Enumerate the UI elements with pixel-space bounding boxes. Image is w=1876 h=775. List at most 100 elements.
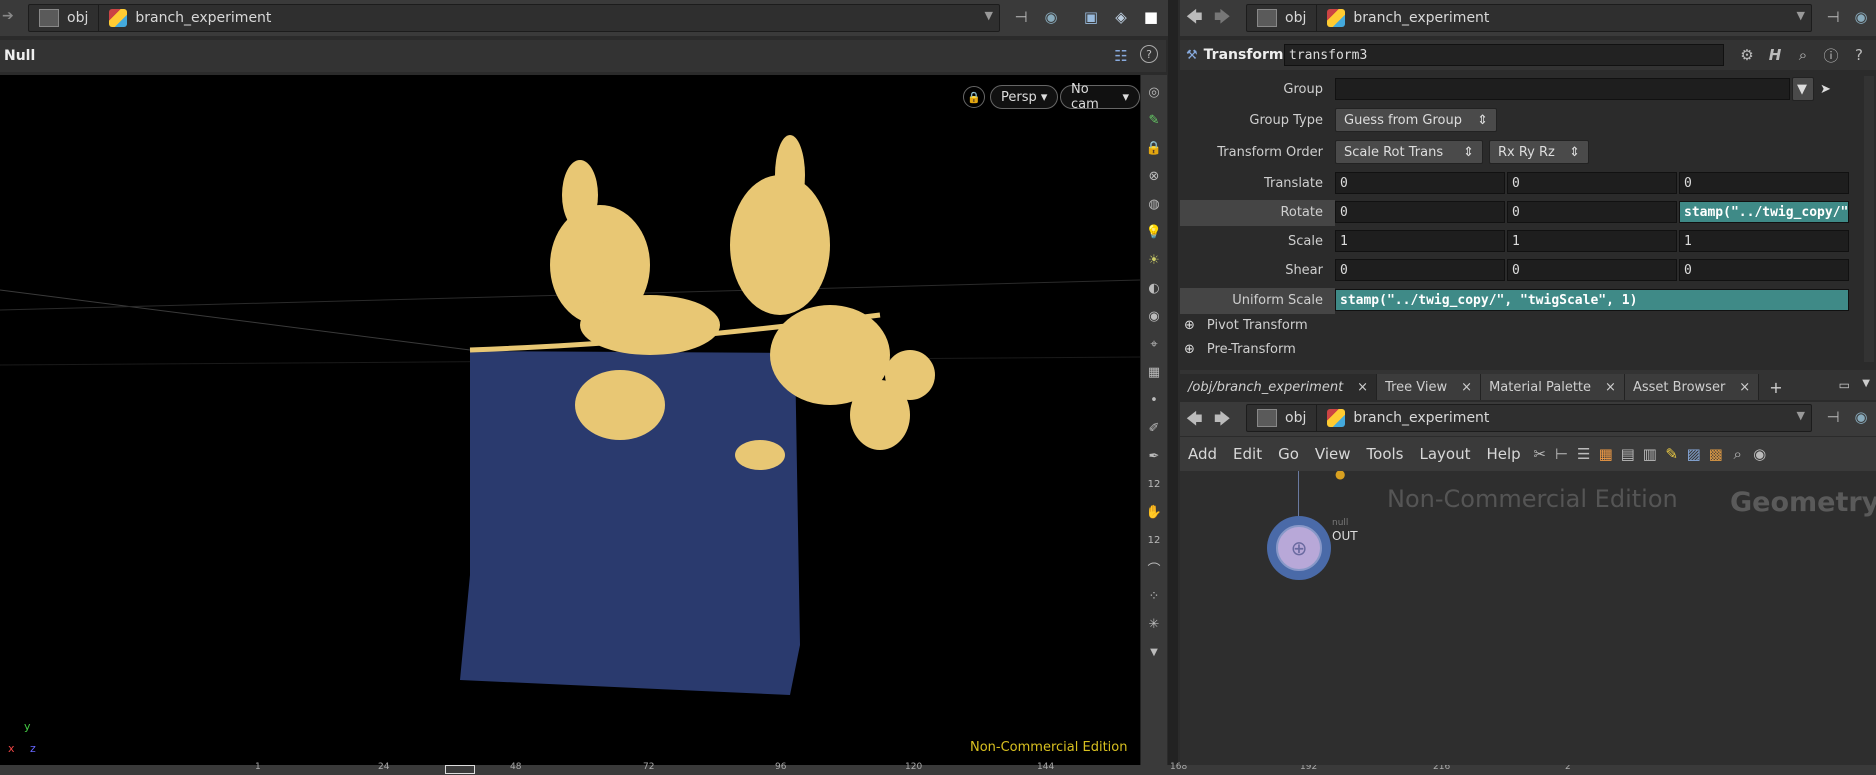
tab-material-palette[interactable]: Material Palette × — [1481, 374, 1625, 400]
light-icon[interactable]: 💡 — [1143, 221, 1165, 243]
menu-help[interactable]: Help — [1478, 445, 1528, 463]
pre-transform-folder[interactable]: ⊕ Pre-Transform — [1184, 342, 1296, 357]
scale-z[interactable]: 1 — [1679, 230, 1849, 252]
scale-x[interactable]: 1 — [1335, 230, 1505, 252]
persp-menu[interactable]: Persp ▾ — [990, 85, 1059, 109]
select-arrow-icon[interactable]: ➤ — [1820, 82, 1831, 97]
pin-icon[interactable]: ⊣ — [1822, 6, 1844, 28]
normal-icon[interactable]: ✳ — [1143, 613, 1165, 635]
sticky-note-icon[interactable]: ✎ — [1661, 443, 1683, 465]
table-icon[interactable]: ▤ — [1617, 443, 1639, 465]
timeline-cursor[interactable] — [445, 765, 475, 774]
display-icon[interactable]: ◍ — [1143, 193, 1165, 215]
tab-tree-view[interactable]: Tree View × — [1377, 374, 1482, 400]
pin-icon[interactable]: ⊣ — [1822, 406, 1844, 428]
path-dropdown-icon[interactable]: ▼ — [1797, 409, 1805, 422]
path-obj[interactable]: obj — [29, 5, 98, 31]
group-type-menu[interactable]: Guess from Group ⇕ — [1335, 108, 1497, 132]
path-obj[interactable]: obj — [1247, 5, 1316, 31]
translate-x[interactable]: 0 — [1335, 172, 1505, 194]
path-dropdown-icon[interactable]: ▼ — [985, 9, 993, 22]
transform-order-menu[interactable]: Scale Rot Trans ⇕ — [1335, 140, 1483, 164]
menu-view[interactable]: View — [1307, 445, 1359, 463]
3d-viewport[interactable]: 🔒 Persp ▾ No cam ▾ Non-Commercial Editio… — [0, 75, 1140, 765]
lock-icon[interactable]: 🔒 — [963, 86, 985, 108]
path-dropdown-icon[interactable]: ▼ — [1797, 9, 1805, 22]
add-tab-icon[interactable]: + — [1759, 374, 1792, 400]
rot-order-menu[interactable]: Rx Ry Rz ⇕ — [1489, 140, 1589, 164]
scatter-icon[interactable]: ⁘ — [1143, 585, 1165, 607]
timeline-bar[interactable]: 1 24 48 72 96 120 144 168 192 216 2 — [0, 762, 1876, 775]
translate-y[interactable]: 0 — [1507, 172, 1677, 194]
nav-back-icon[interactable]: 🡄 — [1186, 6, 1203, 33]
lock-camera-icon[interactable]: 🔒 — [1143, 137, 1165, 159]
maximize-icon[interactable]: ▭ — [1839, 378, 1850, 392]
right-path-bar[interactable]: obj branch_experiment ▼ — [1246, 4, 1812, 32]
translate-z[interactable]: 0 — [1679, 172, 1849, 194]
menu-tools[interactable]: Tools — [1359, 445, 1412, 463]
pen-icon[interactable]: ✒ — [1143, 445, 1165, 467]
rotate-x[interactable]: 0 — [1335, 201, 1505, 223]
gear-icon[interactable]: ⚙ — [1736, 44, 1758, 66]
close-icon[interactable]: × — [1739, 380, 1750, 395]
nav-forward-icon[interactable]: 🡆 — [1214, 408, 1231, 435]
path-current[interactable]: branch_experiment — [1316, 5, 1499, 31]
help-icon[interactable]: ? — [1140, 45, 1158, 63]
group-field[interactable] — [1335, 78, 1790, 100]
shear-z[interactable]: 0 — [1679, 259, 1849, 281]
delete-icon[interactable]: ⊗ — [1143, 165, 1165, 187]
shear-y[interactable]: 0 — [1507, 259, 1677, 281]
link-icon[interactable]: ◉ — [1040, 6, 1062, 28]
list-icon[interactable]: ☰ — [1573, 443, 1595, 465]
snap-icon[interactable]: ✎ — [1143, 109, 1165, 131]
visibility-icon[interactable]: ◉ — [1143, 305, 1165, 327]
tree-icon[interactable]: ⊢ — [1551, 443, 1573, 465]
square-icon[interactable]: ■ — [1140, 6, 1162, 28]
image-icon[interactable]: ▨ — [1683, 443, 1705, 465]
uniform-scale-field[interactable]: stamp("../twig_copy/", "twigScale", 1) — [1335, 289, 1849, 311]
shapes-icon[interactable]: ◈ — [1110, 6, 1132, 28]
path-current[interactable]: branch_experiment — [98, 5, 281, 31]
left-path-bar[interactable]: obj branch_experiment ▼ — [28, 4, 1000, 32]
primnum-icon[interactable]: 12 — [1143, 529, 1165, 551]
box-icon[interactable]: ▩ — [1705, 443, 1727, 465]
pivot-transform-folder[interactable]: ⊕ Pivot Transform — [1184, 318, 1308, 333]
scroll-down-icon[interactable]: ▼ — [1143, 641, 1165, 663]
brush-icon[interactable]: ✐ — [1143, 417, 1165, 439]
hda-icon[interactable]: H — [1764, 44, 1786, 66]
menu-edit[interactable]: Edit — [1225, 445, 1270, 463]
node-name-field[interactable]: transform3 — [1284, 44, 1724, 66]
menu-add[interactable]: Add — [1180, 445, 1225, 463]
number-icon[interactable]: 12 — [1143, 473, 1165, 495]
shear-x[interactable]: 0 — [1335, 259, 1505, 281]
path-obj[interactable]: obj — [1247, 405, 1316, 431]
headlight-icon[interactable]: ☀ — [1143, 249, 1165, 271]
close-icon[interactable]: × — [1461, 380, 1472, 395]
search-icon[interactable]: ⌕ — [1727, 443, 1749, 465]
rotate-y[interactable]: 0 — [1507, 201, 1677, 223]
panel-icon[interactable]: ▥ — [1639, 443, 1661, 465]
cube-icon[interactable]: ▣ — [1080, 6, 1102, 28]
menu-layout[interactable]: Layout — [1411, 445, 1478, 463]
eye-icon[interactable]: ◉ — [1749, 443, 1771, 465]
null-node[interactable]: ⊕ — [1267, 516, 1331, 580]
pin-icon[interactable]: ⊣ — [1010, 6, 1032, 28]
group-dropdown[interactable]: ▼ — [1792, 77, 1814, 101]
search-icon[interactable]: ⌕ — [1792, 44, 1814, 66]
net-path-bar[interactable]: obj branch_experiment ▼ — [1246, 404, 1812, 432]
path-current[interactable]: branch_experiment — [1316, 405, 1499, 431]
network-editor[interactable]: Non-Commercial Edition Geometry ● ⊕ null… — [1180, 471, 1876, 765]
hand-icon[interactable]: ✋ — [1143, 501, 1165, 523]
grid-color-icon[interactable]: ▦ — [1595, 443, 1617, 465]
close-icon[interactable]: × — [1605, 380, 1616, 395]
rotate-z[interactable]: stamp("../twig_copy/", "twigRot", 0) — [1679, 201, 1849, 223]
camera-menu[interactable]: No cam ▾ — [1060, 82, 1140, 112]
tab-menu-icon[interactable]: ▼ — [1862, 378, 1870, 389]
pane-divider[interactable] — [1168, 0, 1178, 775]
close-icon[interactable]: × — [1357, 380, 1368, 395]
param-scrollbar[interactable] — [1864, 76, 1874, 362]
back-arrow-icon[interactable]: ➔ — [2, 8, 14, 24]
camera-icon[interactable]: ⌖ — [1143, 333, 1165, 355]
menu-go[interactable]: Go — [1270, 445, 1307, 463]
grid-icon[interactable]: ▦ — [1143, 361, 1165, 383]
